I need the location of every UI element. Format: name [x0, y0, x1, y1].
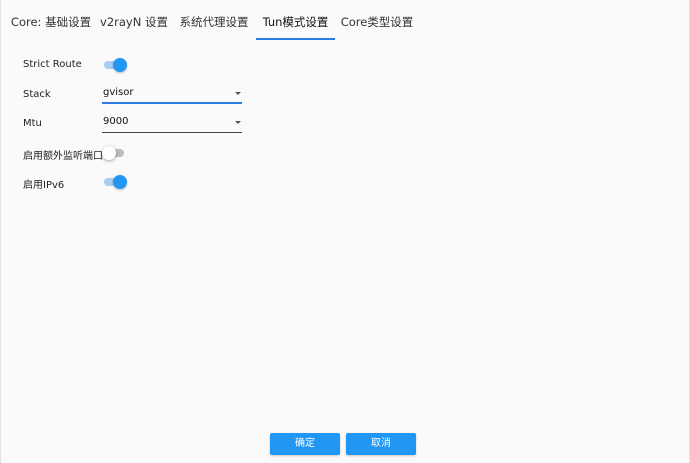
cancel-button[interactable]: 取消 — [346, 433, 416, 455]
mtu-select-value: 9000 — [103, 116, 129, 127]
tab-bar: Core: 基础设置 v2rayN 设置 系统代理设置 Tun模式设置 Core… — [1, 0, 689, 40]
strict-route-toggle[interactable] — [104, 58, 127, 72]
ipv6-label: 启用IPv6 — [23, 180, 65, 191]
strict-route-label: Strict Route — [23, 59, 82, 70]
chevron-down-icon — [235, 92, 241, 95]
ipv6-toggle[interactable] — [104, 175, 127, 189]
stack-select[interactable]: gvisor — [102, 86, 242, 104]
toggle-knob — [113, 58, 127, 72]
select-underline — [102, 132, 242, 133]
extra-listen-port-toggle[interactable] — [102, 146, 126, 160]
toggle-knob — [102, 146, 116, 160]
tab-v2rayn-settings[interactable]: v2rayN 设置 — [97, 0, 171, 40]
stack-select-value: gvisor — [103, 87, 134, 98]
select-underline — [102, 102, 242, 104]
chevron-down-icon — [235, 121, 241, 124]
tab-system-proxy[interactable]: 系统代理设置 — [175, 0, 253, 40]
tab-core-basic[interactable]: Core: 基础设置 — [9, 0, 93, 40]
settings-window: Core: 基础设置 v2rayN 设置 系统代理设置 Tun模式设置 Core… — [0, 0, 690, 463]
mtu-label: Mtu — [23, 118, 42, 129]
stack-label: Stack — [23, 89, 51, 100]
tab-core-type[interactable]: Core类型设置 — [338, 0, 416, 40]
mtu-select[interactable]: 9000 — [102, 115, 242, 133]
ok-button[interactable]: 确定 — [270, 433, 340, 455]
tab-tun-mode[interactable]: Tun模式设置 — [256, 0, 335, 40]
extra-listen-port-label: 启用额外监听端口 — [23, 151, 103, 162]
toggle-knob — [113, 175, 127, 189]
